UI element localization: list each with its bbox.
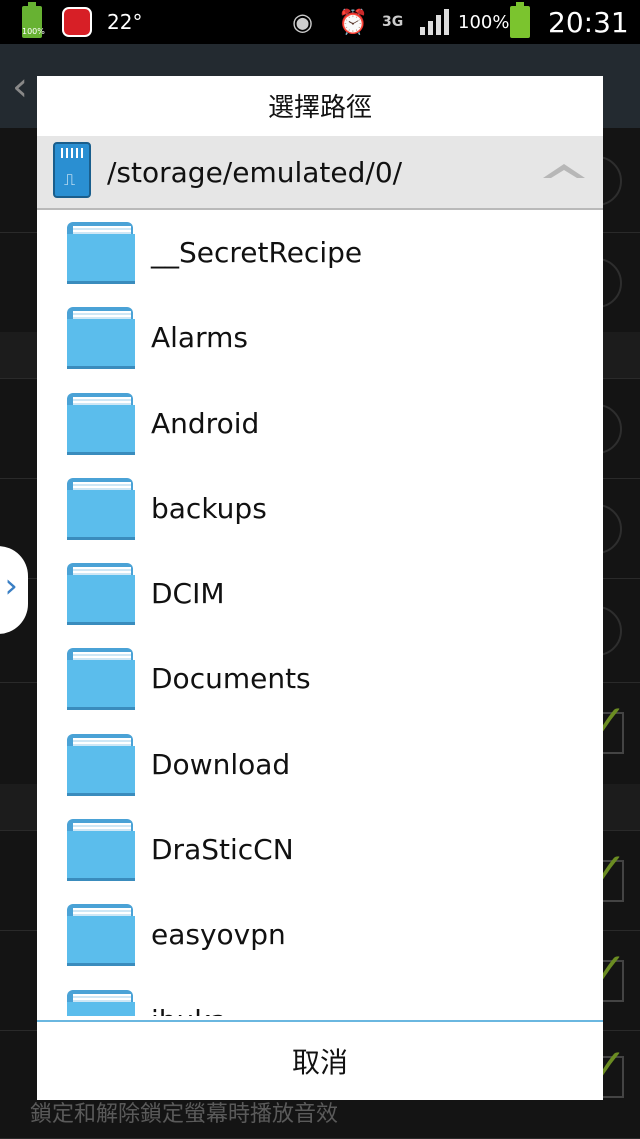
folder-item[interactable]: Download bbox=[37, 722, 603, 807]
battery-left-icon: 100% bbox=[22, 0, 46, 44]
folder-item[interactable]: Alarms bbox=[37, 295, 603, 380]
folder-item[interactable]: DCIM bbox=[37, 551, 603, 636]
folder-list[interactable]: __SecretRecipe Alarms Android backups DC… bbox=[37, 210, 603, 1016]
folder-item[interactable]: backups bbox=[37, 466, 603, 551]
dialog-title: 選擇路徑 bbox=[267, 92, 372, 123]
back-icon: ‹ bbox=[12, 64, 28, 110]
folder-item[interactable]: DraSticCN bbox=[37, 807, 603, 892]
folder-item[interactable]: __SecretRecipe bbox=[37, 210, 603, 295]
folder-name: DraSticCN bbox=[151, 833, 294, 867]
folder-name: DCIM bbox=[151, 577, 225, 611]
folder-icon bbox=[67, 904, 135, 967]
chevron-right-icon: › bbox=[4, 566, 18, 606]
current-path-bar[interactable]: ⎍ /storage/emulated/0/ bbox=[37, 136, 603, 210]
battery-percent: 100% bbox=[458, 11, 510, 33]
alarm-icon: ⏰ bbox=[338, 8, 368, 36]
folder-icon bbox=[67, 307, 135, 370]
folder-icon bbox=[67, 819, 135, 882]
folder-icon bbox=[67, 733, 135, 796]
folder-name: Documents bbox=[151, 662, 311, 696]
signal-icon bbox=[420, 0, 450, 44]
folder-icon bbox=[67, 222, 135, 284]
battery-left-percent: 100% bbox=[22, 27, 45, 36]
folder-name: ibuka bbox=[151, 978, 227, 1016]
network-type: 3G bbox=[382, 14, 404, 30]
folder-name: __SecretRecipe bbox=[151, 236, 363, 269]
folder-name: backups bbox=[151, 491, 267, 525]
folder-name: Android bbox=[151, 406, 260, 440]
folder-name: Alarms bbox=[151, 321, 248, 355]
folder-item[interactable]: easyovpn bbox=[37, 892, 603, 977]
parent-folder-up-icon[interactable] bbox=[543, 164, 585, 178]
folder-item[interactable]: Documents bbox=[37, 636, 603, 721]
sd-card-icon: ⎍ bbox=[53, 142, 91, 198]
eye-icon: ◉ bbox=[292, 8, 313, 36]
folder-icon bbox=[67, 477, 135, 540]
background-footer-text: 鎖定和解除鎖定螢幕時播放音效 bbox=[30, 1102, 339, 1127]
folder-item[interactable]: Android bbox=[37, 381, 603, 466]
folder-name: Download bbox=[151, 747, 291, 781]
current-path: /storage/emulated/0/ bbox=[107, 155, 403, 189]
temperature: 22° bbox=[107, 10, 143, 34]
folder-icon bbox=[67, 563, 135, 626]
app-notification-icon bbox=[62, 0, 94, 44]
battery-icon bbox=[510, 0, 532, 44]
folder-icon bbox=[67, 648, 135, 711]
folder-item[interactable]: ibuka bbox=[37, 978, 603, 1016]
folder-icon bbox=[67, 392, 135, 455]
choose-path-dialog: 選擇路徑 ⎍ /storage/emulated/0/ __SecretReci… bbox=[37, 76, 603, 1100]
clock: 20:31 bbox=[548, 5, 629, 39]
cancel-button[interactable]: 取消 bbox=[37, 1022, 603, 1100]
folder-icon bbox=[67, 989, 135, 1016]
folder-name: easyovpn bbox=[151, 918, 286, 952]
status-bar: 100% 22° ◉ ⏰ 3G 100% 20:31 bbox=[0, 0, 640, 44]
